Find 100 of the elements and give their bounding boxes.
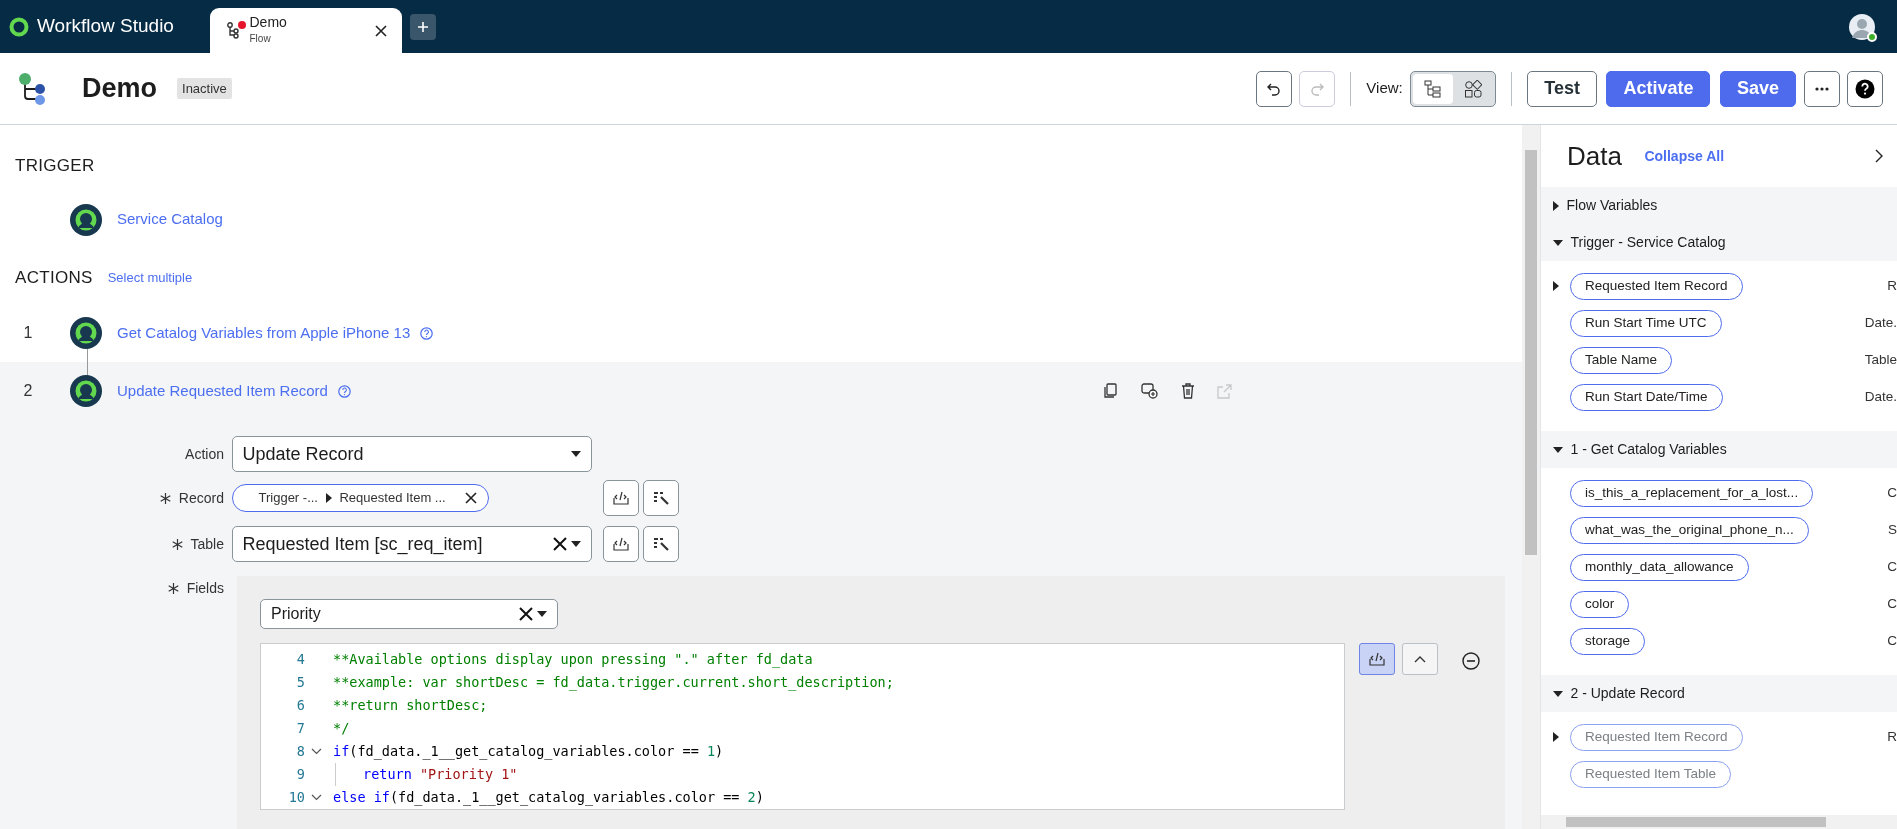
clear-button[interactable]	[464, 491, 479, 505]
section-header[interactable]: Flow Variables	[1541, 187, 1897, 224]
scrollbar[interactable]	[1522, 125, 1540, 829]
data-pill[interactable]: color	[1570, 590, 1630, 618]
help-button[interactable]	[1847, 70, 1883, 107]
section-heading: TRIGGER	[14, 155, 96, 177]
field-select[interactable]: Priority	[260, 599, 558, 629]
undo-button[interactable]	[1255, 70, 1292, 107]
section-title: Trigger - Service Catalog	[1570, 233, 1726, 252]
code-line: **return shortDesc;	[333, 697, 488, 713]
picker-icon	[652, 490, 669, 506]
status-badge: Inactive	[177, 77, 232, 100]
shapes-icon	[1464, 79, 1483, 98]
new-tab-button[interactable]	[409, 13, 436, 40]
script-button[interactable]	[602, 480, 639, 516]
section-title: Flow Variables	[1566, 196, 1658, 215]
line-number: 9	[295, 765, 305, 784]
flow-tab[interactable]: Demo Flow	[210, 8, 402, 53]
fold-icon[interactable]	[311, 748, 322, 755]
code-line: */	[333, 720, 350, 736]
caret-icon	[537, 611, 547, 617]
script-button[interactable]	[602, 526, 639, 562]
section-header[interactable]: 2 - Update Record	[1541, 675, 1897, 712]
script-toggle-button[interactable]	[1358, 643, 1395, 675]
select-value: Requested Item [sc_req_item]	[242, 532, 483, 557]
help-icon	[1855, 78, 1875, 99]
type-label: C	[1887, 483, 1897, 502]
tree-icon	[1424, 79, 1443, 98]
header-button[interactable]: Save	[1719, 70, 1796, 107]
copy-icon[interactable]	[1102, 383, 1119, 399]
action-link[interactable]: Get Catalog Variables from Apple iPhone 13	[117, 321, 411, 345]
close-icon	[465, 492, 478, 504]
caret-right-icon[interactable]	[1553, 281, 1559, 291]
line-number: 10	[287, 788, 305, 807]
header-button[interactable]: Activate	[1606, 70, 1711, 107]
close-icon	[375, 24, 387, 37]
section-heading: ACTIONS	[15, 266, 93, 289]
trash-icon[interactable]	[1180, 383, 1195, 399]
data-picker-button[interactable]	[642, 480, 679, 516]
clear-icon[interactable]	[552, 537, 567, 551]
collapse-all-link[interactable]: Collapse All	[1644, 145, 1725, 167]
caret-down-icon	[1553, 446, 1563, 453]
field-label: Action	[185, 444, 224, 464]
action-select[interactable]: Update Record	[231, 436, 592, 472]
type-label: C	[1887, 594, 1897, 613]
plus-icon	[416, 20, 429, 33]
data-pill[interactable]: Table Name	[1570, 346, 1673, 374]
action-link[interactable]: Update Requested Item Record	[117, 379, 328, 403]
select-multiple-link[interactable]: Select multiple	[107, 267, 193, 287]
section-header[interactable]: Trigger - Service Catalog	[1541, 224, 1897, 261]
caret-icon	[570, 451, 581, 457]
remove-icon	[1461, 651, 1480, 670]
script-icon	[1368, 651, 1385, 667]
caret-icon	[325, 493, 332, 503]
more-button[interactable]	[1803, 70, 1840, 107]
close-tab-button[interactable]	[374, 23, 388, 38]
data-pill[interactable]: what_was_the_original_phone_n...	[1570, 516, 1809, 544]
remove-button[interactable]	[1460, 650, 1481, 671]
app-title: Workflow Studio	[37, 14, 174, 39]
caret-down-icon	[1553, 239, 1563, 246]
step-number: 2	[22, 381, 34, 401]
data-pill[interactable]: storage	[1570, 627, 1646, 655]
flow-icon	[226, 21, 242, 40]
type-label: R	[1887, 727, 1897, 746]
type-label: C	[1887, 631, 1897, 650]
view-label: View:	[1366, 78, 1403, 99]
step-number: 1	[22, 323, 34, 343]
data-pill[interactable]: Run Start Date/Time	[1570, 383, 1723, 411]
type-label: C	[1887, 557, 1897, 576]
scrollbar[interactable]	[1541, 815, 1897, 829]
code-editor[interactable]	[260, 643, 1345, 810]
data-pill[interactable]: is_this_a_replacement_for_a_lost...	[1570, 479, 1814, 507]
record-pill[interactable]: Trigger -... Requested Item ...	[231, 484, 490, 512]
data-pill[interactable]: Run Start Time UTC	[1570, 309, 1722, 337]
data-pill[interactable]: monthly_data_allowance	[1570, 553, 1749, 581]
line-number: 6	[295, 696, 305, 715]
section-header[interactable]: 1 - Get Catalog Variables	[1541, 431, 1897, 468]
line-number: 4	[295, 650, 305, 669]
fold-icon[interactable]	[311, 794, 322, 801]
help-icon[interactable]	[337, 384, 351, 398]
collapse-panel-button[interactable]	[1874, 148, 1885, 164]
caret-right-icon[interactable]	[1553, 732, 1559, 742]
table-select[interactable]: Requested Item [sc_req_item]	[231, 526, 592, 562]
tab-subtitle: Flow	[249, 31, 272, 46]
field-label: Fields	[186, 579, 224, 598]
header-button[interactable]: Test	[1527, 70, 1597, 107]
code-line: if(fd_data._1__get_catalog_variables.color == 1)	[333, 743, 724, 759]
line-number: 7	[295, 719, 305, 738]
panel-title: Data	[1567, 139, 1622, 173]
trigger-link[interactable]: Service Catalog	[117, 208, 223, 231]
help-icon[interactable]	[420, 326, 434, 340]
data-pill[interactable]: Requested Item Record	[1570, 272, 1743, 300]
section-title: 1 - Get Catalog Variables	[1570, 440, 1727, 459]
flow-icon	[18, 71, 46, 106]
user-avatar[interactable]	[1848, 13, 1875, 40]
trigger-icon	[70, 203, 102, 236]
undo-icon	[1266, 81, 1281, 96]
clear-icon[interactable]	[519, 607, 534, 621]
add-icon[interactable]	[1141, 383, 1158, 399]
data-picker-button[interactable]	[642, 526, 679, 562]
